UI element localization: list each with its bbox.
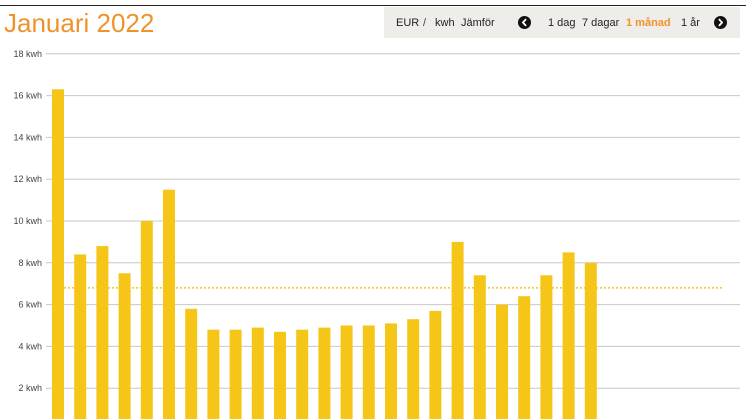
- bar-day-16[interactable]: [385, 323, 397, 419]
- y-tick-label: 4 kwh: [18, 341, 42, 351]
- unit-toggle[interactable]: kwh: [435, 17, 455, 30]
- y-tick-label: 2 kwh: [18, 383, 42, 393]
- bar-day-6[interactable]: [163, 189, 175, 419]
- chevron-right-circle-icon[interactable]: [714, 16, 727, 29]
- bar-day-24[interactable]: [562, 252, 575, 419]
- chevron-left-circle-icon[interactable]: [518, 16, 531, 29]
- y-tick-label: 18 kwh: [13, 49, 42, 59]
- y-tick-label: 14 kwh: [13, 132, 42, 142]
- bar-day-14[interactable]: [340, 325, 353, 419]
- period-1-month[interactable]: 1 månad: [626, 17, 671, 30]
- compare-button[interactable]: Jämför: [461, 17, 495, 30]
- bar-day-8[interactable]: [207, 329, 220, 419]
- bar-day-22[interactable]: [518, 296, 531, 419]
- bar-day-20[interactable]: [473, 275, 486, 419]
- bar-day-18[interactable]: [429, 310, 442, 419]
- bar-day-25[interactable]: [584, 262, 597, 419]
- bar-day-7[interactable]: [185, 308, 198, 419]
- bar-day-2[interactable]: [74, 254, 87, 419]
- top-border-line: [0, 5, 746, 6]
- chart-toolbar: EUR / kwh Jämför 1 dag 7 dagar 1 månad 1…: [384, 7, 740, 38]
- bar-day-11[interactable]: [274, 331, 286, 419]
- bar-day-23[interactable]: [540, 275, 553, 419]
- bar-day-21[interactable]: [496, 304, 508, 419]
- bar-day-15[interactable]: [362, 325, 375, 419]
- y-tick-label: 10 kwh: [13, 216, 42, 226]
- y-tick-label: 12 kwh: [13, 174, 42, 184]
- bar-day-1[interactable]: [52, 89, 64, 419]
- bar-day-10[interactable]: [251, 327, 264, 419]
- bar-day-9[interactable]: [229, 329, 242, 419]
- bar-day-13[interactable]: [318, 327, 331, 419]
- y-tick-label: 16 kwh: [13, 91, 42, 101]
- bar-day-5[interactable]: [140, 221, 153, 419]
- period-1-day[interactable]: 1 dag: [548, 17, 576, 30]
- bar-day-12[interactable]: [296, 329, 309, 419]
- toolbar-separator: /: [423, 17, 427, 29]
- bar-day-17[interactable]: [407, 319, 420, 419]
- y-tick-label: 6 kwh: [18, 300, 42, 310]
- bar-day-3[interactable]: [96, 246, 109, 419]
- y-tick-label: 8 kwh: [18, 258, 42, 268]
- daily-consumption-chart: 2 kwh 4 kwh 6 kwh 8 kwh 10 kwh 12 kwh 14 kwh 16…: [13, 49, 740, 419]
- bar-day-19[interactable]: [451, 241, 464, 419]
- period-1-year[interactable]: 1 år: [681, 17, 700, 30]
- currency-toggle[interactable]: EUR: [396, 17, 419, 30]
- bar-day-4[interactable]: [118, 273, 131, 419]
- period-7-days[interactable]: 7 dagar: [582, 17, 619, 30]
- page-title: Januari 2022: [4, 8, 155, 38]
